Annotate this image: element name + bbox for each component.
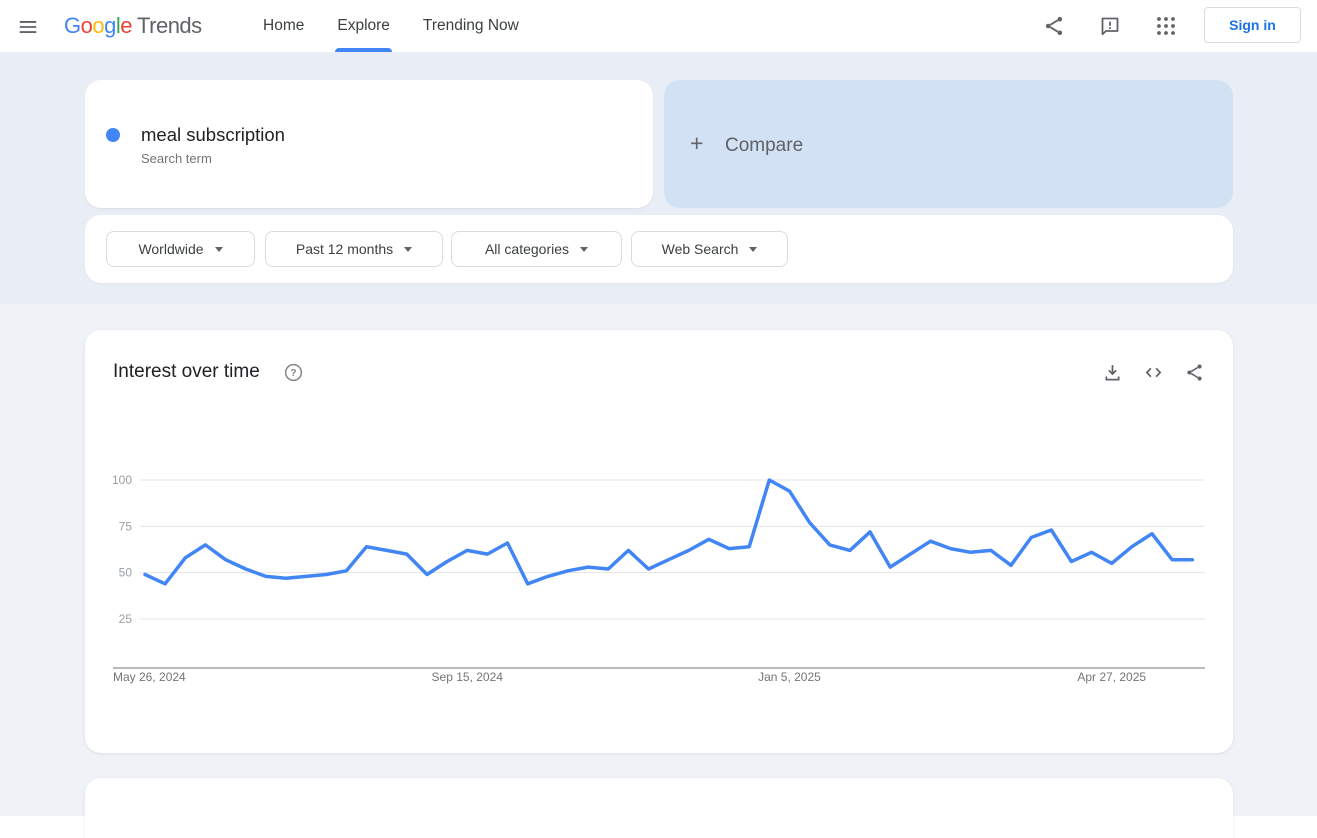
compare-label: Compare	[725, 135, 804, 156]
chevron-down-icon	[214, 246, 223, 252]
category-filter-dropdown[interactable]: All categories	[451, 231, 622, 267]
chevron-down-icon	[749, 246, 758, 252]
svg-text:100: 100	[112, 473, 132, 487]
google-logo-letter: g	[104, 13, 116, 38]
filters-bar: Worldwide Past 12 months All categories …	[85, 215, 1233, 283]
trends-logo-text: Trends	[137, 13, 202, 38]
search-term-text: meal subscription	[141, 124, 285, 145]
top-app-bar: Google Trends Home Explore Trending Now …	[0, 0, 1317, 52]
hamburger-menu-icon	[19, 21, 37, 33]
search-type-filter-dropdown[interactable]: Web Search	[631, 231, 788, 267]
share-icon[interactable]	[1042, 14, 1066, 38]
nav-tab-explore[interactable]: Explore	[335, 0, 392, 52]
chevron-down-icon	[404, 246, 413, 252]
google-logo-letter: e	[120, 13, 133, 38]
chevron-down-icon	[580, 246, 589, 252]
active-tab-indicator	[335, 48, 392, 52]
svg-text:25: 25	[119, 612, 133, 626]
interest-over-time-chart[interactable]: 100 75 50 25 May 26, 2024 Sep 15, 2024 Jan 5, …	[85, 330, 1233, 753]
feedback-icon[interactable]	[1098, 14, 1122, 38]
time-range-filter-dropdown[interactable]: Past 12 months	[265, 231, 443, 267]
plus-icon: +	[690, 130, 704, 156]
svg-text:Sep 15, 2024: Sep 15, 2024	[432, 670, 504, 684]
primary-nav: Home Explore Trending Now	[263, 0, 519, 52]
search-term-type-label: Search term	[141, 151, 212, 166]
svg-text:75: 75	[119, 519, 133, 533]
apps-grid-icon[interactable]	[1154, 14, 1178, 38]
region-filter-dropdown[interactable]: Worldwide	[106, 231, 255, 267]
interest-over-time-card: Interest over time ? 100 75 50 25 May 26, 20…	[85, 330, 1233, 753]
series-color-dot	[106, 128, 120, 142]
header-actions	[1042, 0, 1204, 52]
svg-text:Apr 27, 2025: Apr 27, 2025	[1077, 670, 1146, 684]
svg-text:May 26, 2024: May 26, 2024	[113, 670, 186, 684]
google-logo-letter: G	[64, 13, 81, 38]
next-section-card	[85, 778, 1233, 838]
google-trends-logo[interactable]: Google Trends	[64, 0, 202, 52]
search-term-card[interactable]: meal subscription Search term	[85, 80, 653, 208]
nav-tab-home[interactable]: Home	[263, 0, 304, 52]
hamburger-menu-button[interactable]	[14, 14, 42, 40]
google-logo-letter: o	[80, 13, 93, 38]
nav-tab-trending-now[interactable]: Trending Now	[423, 0, 519, 52]
sign-in-button[interactable]: Sign in	[1204, 7, 1301, 43]
add-comparison-card[interactable]: + Compare	[664, 80, 1233, 208]
svg-text:50: 50	[119, 566, 133, 580]
google-logo-letter: o	[92, 13, 105, 38]
svg-text:Jan 5, 2025: Jan 5, 2025	[758, 670, 821, 684]
